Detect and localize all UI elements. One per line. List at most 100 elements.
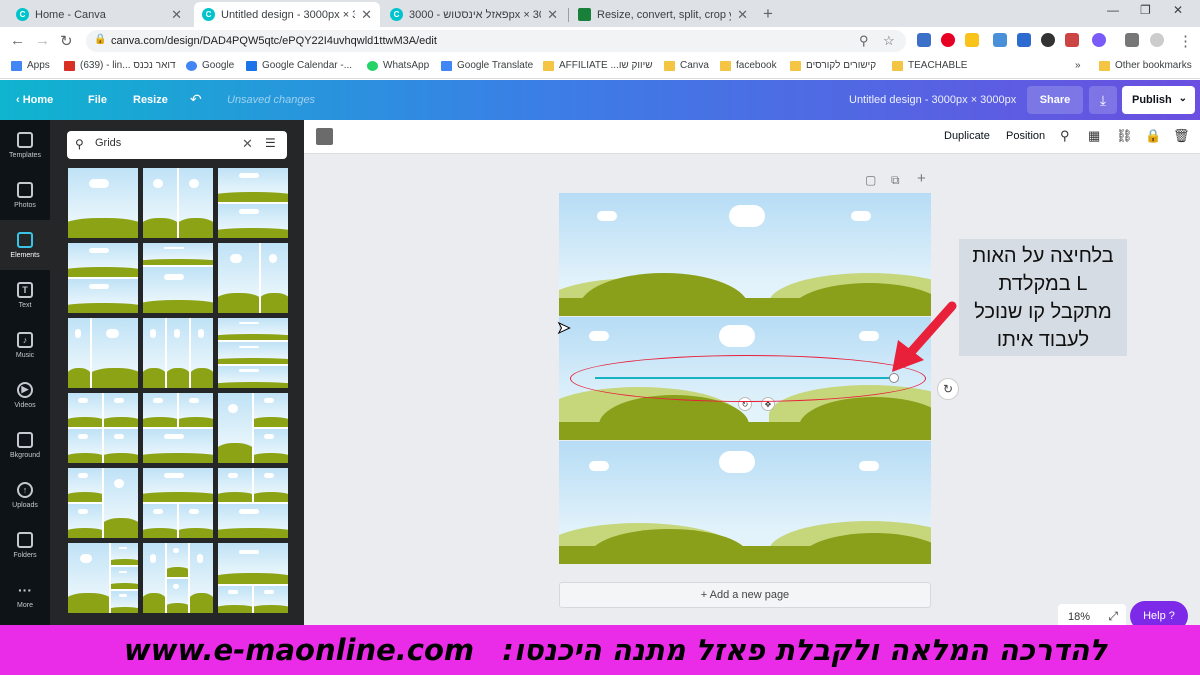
rail-folders[interactable]: Folders	[0, 520, 50, 570]
pocket-icon[interactable]	[1065, 33, 1079, 47]
rail-templates[interactable]: Templates	[0, 120, 50, 170]
grid-layout-thumbnail[interactable]	[68, 393, 138, 463]
bookmark-canva[interactable]: Canva	[664, 60, 709, 71]
bookmark-teachable[interactable]: TEACHABLE	[892, 60, 967, 71]
grid-layout-thumbnail[interactable]	[143, 543, 213, 613]
grid-layout-thumbnail[interactable]	[218, 543, 288, 613]
file-menu[interactable]: File	[88, 94, 107, 106]
rail-uploads[interactable]: ↑ Uploads	[0, 470, 50, 520]
extension-icon[interactable]	[965, 33, 979, 47]
color-swatch[interactable]	[316, 128, 333, 145]
grid-layout-thumbnail[interactable]	[143, 393, 213, 463]
close-icon[interactable]: ✕	[737, 7, 748, 23]
add-page-icon[interactable]: +	[917, 170, 926, 187]
design-page[interactable]	[559, 441, 931, 564]
extension-icon[interactable]	[993, 33, 1007, 47]
lock-icon[interactable]: 🔒	[1145, 128, 1161, 144]
more-bookmarks-icon[interactable]: »	[1075, 60, 1081, 71]
design-page[interactable]	[559, 193, 931, 316]
bookmark-facebook[interactable]: facebook	[720, 60, 777, 71]
position-button[interactable]: Position	[1006, 130, 1045, 142]
bookmark-other[interactable]: Other bookmarks	[1099, 60, 1192, 71]
trash-icon[interactable]: 🗑	[1173, 128, 1190, 144]
extension-icon[interactable]	[1041, 33, 1055, 47]
home-button[interactable]: ‹ Home	[16, 94, 53, 106]
pinterest-icon[interactable]	[941, 33, 955, 47]
grid-layout-thumbnail[interactable]	[218, 393, 288, 463]
close-icon[interactable]: ✕	[547, 7, 558, 23]
transparency-icon[interactable]: ▦	[1088, 128, 1100, 144]
rail-photos[interactable]: Photos	[0, 170, 50, 220]
profile-avatar[interactable]	[1150, 33, 1164, 47]
grid-layout-thumbnail[interactable]	[143, 318, 213, 388]
bookmark-google[interactable]: Google	[186, 60, 234, 71]
grid-layout-thumbnail[interactable]	[68, 243, 138, 313]
grid-layout-thumbnail[interactable]	[68, 468, 138, 538]
rail-more[interactable]: ··· More	[0, 570, 50, 620]
share-button[interactable]: Share	[1027, 86, 1083, 114]
bookmark-apps[interactable]: Apps	[11, 60, 50, 71]
duplicate-button[interactable]: Duplicate	[944, 130, 990, 142]
download-icon[interactable]: ⤓	[1089, 86, 1117, 114]
zoom-search-icon[interactable]: ⚲	[859, 33, 869, 49]
rail-elements[interactable]: Elements	[0, 220, 50, 270]
close-icon[interactable]: ✕	[361, 7, 372, 23]
rail-videos[interactable]: ▶ Videos	[0, 370, 50, 420]
bookmark-calendar[interactable]: Google Calendar -...	[246, 60, 352, 71]
back-icon[interactable]: ←	[10, 32, 25, 49]
address-bar[interactable]: 🔒 canva.com/design/DAD4PQW5qtc/ePQY22I4u…	[86, 30, 906, 52]
grid-layout-thumbnail[interactable]	[68, 318, 138, 388]
bookmark-translate[interactable]: Google Translate	[441, 60, 533, 71]
link-icon[interactable]: ⛓	[1116, 128, 1133, 144]
media-icon[interactable]	[1125, 33, 1139, 47]
design-title[interactable]: Untitled design - 3000px × 3000px	[849, 94, 1016, 106]
grid-layout-thumbnail[interactable]	[143, 168, 213, 238]
grid-layout-thumbnail[interactable]	[218, 468, 288, 538]
maximize-icon[interactable]: ❐	[1140, 3, 1151, 17]
banner-url: www.e-maonline.com	[124, 633, 475, 667]
close-icon[interactable]: ✕	[171, 7, 182, 23]
note-icon[interactable]: ▢	[865, 173, 876, 187]
copy-page-icon[interactable]: ⧉	[891, 173, 900, 188]
extension-icon[interactable]	[1092, 33, 1106, 47]
browser-tab[interactable]: Resize, convert, split, crop your im ✕	[570, 2, 756, 27]
add-new-page-button[interactable]: + Add a new page	[559, 582, 931, 608]
chevron-left-icon: ‹	[16, 94, 23, 106]
search-input[interactable]	[95, 137, 235, 149]
filter-icon[interactable]: ☰	[265, 136, 276, 150]
rail-music[interactable]: ♪ Music	[0, 320, 50, 370]
undo-icon[interactable]: ↶	[190, 91, 202, 108]
browser-tab[interactable]: C Home - Canva ✕	[8, 2, 190, 27]
reload-icon[interactable]: ↻	[60, 32, 73, 50]
grid-layout-thumbnail[interactable]	[218, 243, 288, 313]
bookmark-whatsapp[interactable]: WhatsApp	[367, 60, 429, 71]
grid-layout-thumbnail[interactable]	[143, 468, 213, 538]
bookmark-courses[interactable]: קישורים לקורסים	[790, 60, 876, 71]
resize-button[interactable]: Resize	[133, 94, 168, 106]
rail-background[interactable]: Bkground	[0, 420, 50, 470]
bookmark-affiliate[interactable]: AFFILIATE ...שיווק שו	[543, 60, 653, 71]
star-icon[interactable]: ☆	[883, 33, 895, 49]
window-close-icon[interactable]: ✕	[1173, 3, 1183, 17]
publish-button[interactable]: Publish ⌄	[1122, 86, 1195, 114]
extension-icon[interactable]	[917, 33, 931, 47]
new-tab-icon[interactable]: +	[763, 4, 773, 24]
extension-icon[interactable]	[1017, 33, 1031, 47]
expand-icon[interactable]: ⤢	[1108, 609, 1118, 624]
minimize-icon[interactable]: —	[1107, 3, 1119, 17]
bookmark-gmail[interactable]: (639) - lin... דואר נכנס	[64, 60, 176, 71]
grid-layout-thumbnail[interactable]	[218, 318, 288, 388]
folder-icon	[1099, 60, 1110, 71]
clear-search-icon[interactable]: ✕	[242, 136, 253, 152]
refresh-icon[interactable]: ↻	[937, 378, 959, 400]
grid-layout-thumbnail[interactable]	[143, 243, 213, 313]
browser-tab[interactable]: C פאזל אינסטוש - 3000px × 3000px ✕	[382, 2, 566, 27]
rail-text[interactable]: T Text	[0, 270, 50, 320]
browser-tab-active[interactable]: C Untitled design - 3000px × 3000 ✕	[194, 2, 380, 27]
grid-layout-thumbnail[interactable]	[68, 543, 138, 613]
grid-layout-thumbnail[interactable]	[68, 168, 138, 238]
menu-kebab-icon[interactable]: ⋮	[1178, 32, 1193, 50]
paint-roller-icon[interactable]: ⚲	[1060, 128, 1070, 144]
forward-icon[interactable]: →	[35, 32, 50, 49]
grid-layout-thumbnail[interactable]	[218, 168, 288, 238]
